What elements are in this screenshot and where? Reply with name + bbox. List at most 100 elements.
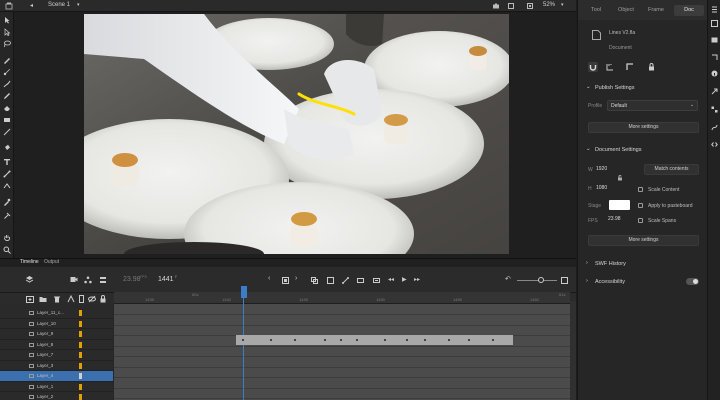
frames-grid[interactable]	[114, 292, 570, 400]
publish-chevron-icon[interactable]: ⌄	[586, 84, 591, 90]
height-field[interactable]: 1080	[596, 185, 607, 194]
bone-tool-icon[interactable]	[3, 170, 11, 178]
frame-ruler[interactable]: 60s 61s 1435 1440 1445 1450 1455 1460	[114, 292, 570, 304]
timeline-fit-icon[interactable]	[561, 277, 568, 284]
layer-name[interactable]: Layer_7	[37, 352, 53, 357]
ruler-toggle-icon[interactable]	[606, 63, 614, 71]
layer-name[interactable]: Layer_2	[37, 394, 53, 399]
fps-display[interactable]: 23.98	[123, 276, 141, 283]
layer-color-chip[interactable]	[79, 310, 82, 316]
step-forward-icon[interactable]: ▸▸	[414, 276, 420, 283]
insert-keyframe-icon[interactable]	[282, 277, 289, 284]
layers-stack-icon[interactable]	[25, 275, 34, 284]
zoom-dropdown-icon[interactable]: ▾	[561, 2, 564, 8]
width-field[interactable]: 1920	[596, 166, 607, 175]
layer-color-chip[interactable]	[79, 352, 82, 358]
paint-bucket-tool-icon[interactable]	[3, 144, 11, 152]
loop-icon[interactable]	[373, 277, 380, 284]
fluid-brush-tool-icon[interactable]	[3, 80, 11, 88]
keyframe-dot[interactable]	[492, 339, 494, 341]
camera-icon[interactable]	[492, 2, 500, 10]
outline-toggle-icon[interactable]	[79, 295, 84, 303]
undo-frame-icon[interactable]: ↶	[505, 275, 511, 283]
tab-timeline[interactable]: Timeline	[20, 259, 39, 265]
accessibility-chevron-icon[interactable]: ›	[586, 278, 588, 284]
asset-warp-tool-icon[interactable]	[3, 182, 11, 190]
prev-keyframe-icon[interactable]: ‹	[268, 275, 270, 282]
layer-name[interactable]: Layer_8	[37, 342, 53, 347]
keyframe-dot[interactable]	[356, 339, 358, 341]
publish-more-settings-button[interactable]: More settings	[588, 122, 699, 133]
tab-output[interactable]: Output	[44, 259, 59, 265]
layer-name[interactable]: Layer_1	[37, 384, 53, 389]
eraser-tool-icon[interactable]	[3, 104, 11, 112]
pencil-tool-icon[interactable]	[3, 92, 11, 100]
scene-label[interactable]: Scene 1	[48, 2, 70, 8]
scene-dropdown-icon[interactable]: ▾	[77, 2, 80, 8]
text-tool-icon[interactable]	[3, 158, 11, 166]
highlight-layers-icon[interactable]	[67, 295, 75, 303]
scale-spans-checkbox[interactable]	[638, 218, 643, 223]
publish-settings-title[interactable]: Publish Settings	[595, 85, 634, 91]
keyframe-dot[interactable]	[468, 339, 470, 341]
properties-dock-icon[interactable]	[711, 6, 718, 13]
layer-name[interactable]: Layer_3	[37, 363, 53, 368]
snap-button[interactable]	[588, 62, 598, 72]
fps-field[interactable]: 23.98	[608, 216, 621, 225]
keyframe-dot[interactable]	[384, 339, 386, 341]
selection-tool-icon[interactable]	[3, 16, 11, 24]
keyframe-dot[interactable]	[406, 339, 408, 341]
stage-color-swatch[interactable]	[609, 200, 630, 210]
timeline-zoom-handle[interactable]	[538, 277, 544, 283]
tab-doc[interactable]: Doc	[674, 5, 704, 16]
playhead[interactable]	[241, 286, 247, 298]
new-folder-icon[interactable]	[39, 295, 47, 303]
keyframe-dot[interactable]	[324, 339, 326, 341]
keyframe-dot[interactable]	[242, 339, 244, 341]
play-icon[interactable]: ▶	[402, 276, 407, 283]
edit-multiple-frames-icon[interactable]	[327, 277, 334, 284]
lock-guides-icon[interactable]	[648, 63, 655, 71]
layer-color-chip[interactable]	[79, 362, 82, 369]
info-dock-icon[interactable]	[711, 70, 718, 77]
guides-toggle-icon[interactable]	[626, 63, 634, 71]
tween-icon[interactable]	[342, 277, 349, 284]
camera-tool-icon[interactable]	[3, 212, 11, 220]
keyframe-dot[interactable]	[424, 339, 426, 341]
timeline-scrollbar[interactable]	[570, 301, 576, 400]
layer-row[interactable]: Layer_2	[0, 392, 113, 400]
layer-name[interactable]: Layer_4	[37, 373, 53, 378]
current-frame[interactable]: 1441	[158, 276, 174, 283]
layer-row[interactable]: Layer_9	[0, 329, 113, 340]
swf-history-title[interactable]: SWF History	[595, 261, 626, 267]
apply-pasteboard-checkbox[interactable]	[638, 203, 643, 208]
layer-name[interactable]: Layer_9	[37, 331, 53, 336]
accessibility-title[interactable]: Accessibility	[595, 279, 625, 285]
scene-icon[interactable]	[5, 2, 13, 10]
frame-view-icon[interactable]	[357, 277, 364, 284]
assets-dock-icon[interactable]	[711, 36, 718, 43]
layer-row[interactable]: Layer_1	[0, 382, 113, 392]
lasso-tool-icon[interactable]	[3, 40, 11, 48]
transform-dock-icon[interactable]	[711, 88, 718, 95]
layer-row[interactable]: Layer_3	[0, 361, 113, 371]
layer-parenting-icon[interactable]	[84, 276, 92, 284]
document-settings-title[interactable]: Document Settings	[595, 147, 641, 153]
doc-settings-chevron-icon[interactable]: ⌄	[586, 146, 591, 152]
align-dock-icon[interactable]	[711, 54, 718, 61]
stage-canvas[interactable]	[84, 14, 509, 254]
layer-row[interactable]: Layer_7	[0, 350, 113, 361]
layer-color-chip[interactable]	[79, 320, 82, 327]
new-layer-icon[interactable]	[26, 295, 34, 303]
layer-color-chip[interactable]	[79, 394, 82, 400]
components-dock-icon[interactable]	[711, 106, 718, 113]
layer-color-chip[interactable]	[79, 341, 82, 348]
tab-tool[interactable]: Tool	[582, 5, 610, 16]
onion-skin-icon[interactable]	[311, 277, 318, 284]
doc-more-settings-button[interactable]: More settings	[588, 235, 699, 246]
layer-color-chip[interactable]	[79, 373, 82, 379]
keyframe-dot[interactable]	[294, 339, 296, 341]
lock-toggle-icon[interactable]	[100, 295, 106, 303]
layer-color-chip[interactable]	[79, 331, 82, 337]
hand-tool-icon[interactable]	[3, 234, 11, 242]
